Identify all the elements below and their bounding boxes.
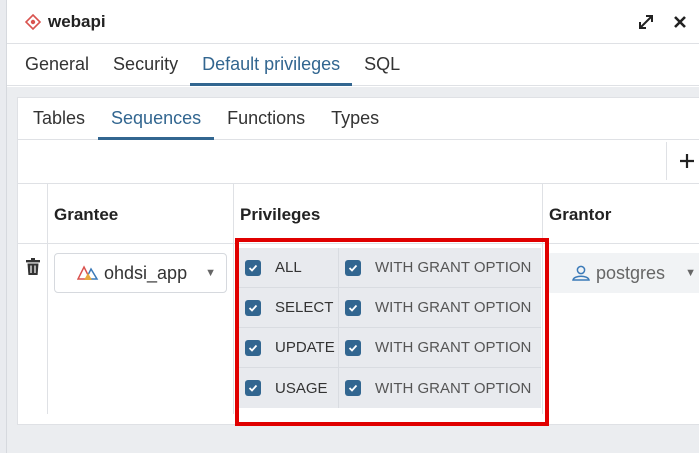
check-icon — [348, 264, 358, 272]
checkbox-select[interactable] — [245, 299, 261, 316]
chevron-down-icon: ▼ — [205, 267, 216, 279]
main-tabs: General Security Default privileges SQL — [7, 44, 699, 86]
grantee-cell: ohdsi_app ▼ — [48, 244, 234, 414]
tab-security[interactable]: Security — [101, 54, 190, 85]
role-diamond-icon — [23, 12, 43, 32]
check-icon — [248, 344, 258, 352]
sub-tabs: Tables Sequences Functions Types — [18, 98, 699, 140]
privilege-row-select: SELECT WITH GRANT OPTION — [235, 288, 541, 328]
tab-content: Tables Sequences Functions Types Grantee… — [7, 87, 699, 453]
plus-icon — [679, 154, 694, 168]
privilege-label: ALL — [275, 259, 302, 276]
privilege-row-update: UPDATE WITH GRANT OPTION — [235, 328, 541, 368]
chevron-down-icon: ▼ — [685, 267, 696, 279]
privilege-row-all: ALL WITH GRANT OPTION — [235, 248, 541, 288]
grant-option-label: WITH GRANT OPTION — [375, 379, 532, 397]
checkbox-usage[interactable] — [245, 380, 261, 396]
privilege-label: UPDATE — [275, 339, 335, 356]
checkbox-usage-grant[interactable] — [345, 380, 361, 396]
privileges-panel: Tables Sequences Functions Types Grantee… — [17, 97, 699, 425]
subtab-types[interactable]: Types — [318, 108, 392, 139]
dialog: webapi General Security Default privileg… — [6, 0, 699, 453]
user-role-icon — [571, 265, 591, 281]
check-icon — [348, 304, 358, 312]
checkbox-select-grant[interactable] — [345, 299, 361, 316]
subtab-tables[interactable]: Tables — [20, 108, 98, 139]
header-grantee: Grantee — [48, 184, 234, 243]
tab-sql[interactable]: SQL — [352, 54, 412, 85]
close-icon[interactable] — [673, 15, 687, 29]
subtab-sequences[interactable]: Sequences — [98, 108, 215, 140]
header-privileges: Privileges — [234, 184, 543, 243]
privileges-list: ALL WITH GRANT OPTION SELECT WITH GRANT … — [235, 248, 541, 408]
grant-option-label: WITH GRANT OPTION — [375, 259, 532, 276]
privilege-row-usage: USAGE WITH GRANT OPTION — [235, 368, 541, 408]
check-icon — [248, 264, 258, 272]
checkbox-update[interactable] — [245, 339, 261, 356]
check-icon — [248, 304, 258, 312]
check-icon — [248, 384, 258, 392]
tab-default-privileges[interactable]: Default privileges — [190, 54, 353, 86]
grid-toolbar — [18, 140, 699, 184]
table-row: ohdsi_app ▼ ALL WITH GRANT OPTION SELECT… — [18, 244, 699, 414]
privileges-cell: ALL WITH GRANT OPTION SELECT WITH GRANT … — [234, 244, 543, 414]
header-spacer — [18, 184, 48, 243]
grantor-cell: postgres ▼ — [543, 244, 699, 414]
title-bar: webapi — [7, 0, 699, 44]
trash-icon — [25, 258, 40, 275]
check-icon — [348, 384, 358, 392]
header-grantor: Grantor — [549, 205, 612, 224]
grant-option-label: WITH GRANT OPTION — [375, 339, 532, 356]
privilege-label: SELECT — [275, 299, 334, 316]
add-row-button[interactable] — [666, 142, 699, 180]
dialog-title: webapi — [48, 11, 106, 31]
delete-row-button[interactable] — [18, 244, 48, 414]
subtab-functions[interactable]: Functions — [214, 108, 318, 139]
grant-option-label: WITH GRANT OPTION — [375, 299, 532, 316]
grantor-value: postgres — [596, 262, 666, 283]
checkbox-all-grant[interactable] — [345, 259, 361, 276]
grid-header: Grantee Privileges Grantor — [18, 184, 699, 244]
grantor-select[interactable]: postgres ▼ — [547, 253, 699, 293]
privilege-label: USAGE — [275, 379, 328, 397]
grantee-value: ohdsi_app — [104, 262, 188, 283]
checkbox-all[interactable] — [245, 259, 261, 276]
tab-general[interactable]: General — [13, 54, 101, 85]
checkbox-update-grant[interactable] — [345, 339, 361, 356]
maximize-icon[interactable] — [637, 13, 655, 31]
check-icon — [348, 344, 358, 352]
grantee-select[interactable]: ohdsi_app ▼ — [54, 253, 227, 293]
group-role-icon — [77, 265, 99, 281]
